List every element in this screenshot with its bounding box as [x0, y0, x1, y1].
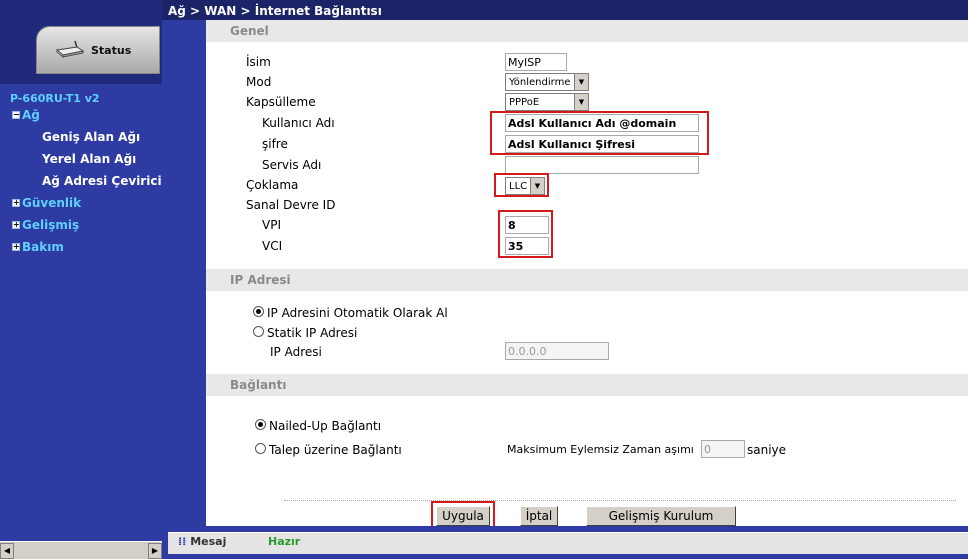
coklama-label: Çoklama [246, 178, 299, 192]
nav-item-yerel-alan[interactable]: Yerel Alan Ağı [42, 152, 136, 166]
talep-label: Talep üzerine Bağlantı [269, 443, 402, 457]
mod-select[interactable]: Yönlendirme ▼ [505, 73, 589, 91]
device-name: P-660RU-T1 v2 [10, 92, 100, 105]
servis-input[interactable] [505, 156, 699, 174]
nav-group-guvenlik[interactable]: + Güvenlik [12, 196, 81, 210]
ip-static-label: Statik IP Adresi [267, 326, 358, 340]
status-tab-label: Status [91, 43, 132, 57]
chevron-down-icon: ▼ [574, 74, 588, 90]
scroll-right-icon[interactable]: ▶ [148, 542, 162, 559]
nav-group-label: Bakım [22, 240, 64, 254]
vci-label: VCI [262, 239, 283, 253]
ip-static-radio[interactable] [253, 326, 264, 337]
kapsulleme-select[interactable]: PPPoE ▼ [505, 93, 589, 111]
nailed-up-label: Nailed-Up Bağlantı [269, 419, 382, 433]
mod-label: Mod [246, 75, 272, 89]
kapsulleme-select-value: PPPoE [509, 96, 540, 108]
sifre-label: şifre [262, 137, 288, 151]
ip-addr-input[interactable] [505, 342, 609, 360]
collapse-icon: − [12, 110, 20, 119]
nailed-up-radio[interactable] [255, 419, 266, 430]
mod-select-value: Yönlendirme [509, 76, 571, 88]
saniye-label: saniye [747, 443, 787, 457]
kullanici-label: Kullanıcı Adı [262, 116, 335, 130]
divider [284, 500, 956, 501]
highlight-credentials [490, 111, 709, 155]
section-baglanti-title: Bağlantı [206, 374, 968, 396]
sanal-devre-label: Sanal Devre ID [246, 198, 336, 212]
vpi-label: VPI [262, 218, 281, 232]
expand-icon: + [12, 220, 20, 229]
status-tab[interactable]: Status [36, 26, 160, 74]
talep-radio[interactable] [255, 443, 266, 454]
mesaj-label: ⁞⁞ Mesaj [178, 535, 226, 548]
nav-group-bakim[interactable]: + Bakım [12, 240, 64, 254]
ip-addr-label: IP Adresi [270, 345, 322, 359]
sidebar: Status P-660RU-T1 v2 − Ağ Geniş Alan Ağı… [0, 0, 169, 559]
iptal-button[interactable]: İptal [520, 506, 558, 526]
mesaj-text: Mesaj [190, 535, 227, 548]
chevron-down-icon: ▼ [574, 94, 588, 110]
status-message: Hazır [268, 535, 301, 548]
expand-icon: + [12, 198, 20, 207]
nav-group-label: Güvenlik [22, 196, 82, 210]
nav-group-gelismis[interactable]: + Gelişmiş [12, 218, 79, 232]
highlight-uygula [431, 501, 495, 528]
highlight-vpi-vci [498, 210, 553, 258]
isim-input[interactable] [505, 53, 567, 71]
nav-item-genis-alan[interactable]: Geniş Alan Ağı [42, 130, 140, 144]
servis-label: Servis Adı [262, 158, 322, 172]
nav-group-ag[interactable]: − Ağ [12, 108, 40, 122]
section-ip-title: IP Adresi [206, 269, 968, 291]
highlight-coklama [494, 173, 549, 197]
scroll-left-icon[interactable]: ◀ [0, 542, 14, 559]
section-genel-title: Genel [206, 20, 968, 42]
router-icon [55, 39, 85, 62]
maks-timeout-label: Maksimum Eylemsiz Zaman aşımı [507, 443, 694, 456]
isim-label: İsim [246, 55, 271, 69]
content-left-bar [162, 20, 206, 526]
nav-group-label: Gelişmiş [22, 218, 80, 232]
nav-group-label: Ağ [22, 108, 40, 122]
ip-auto-radio[interactable] [253, 306, 264, 317]
maks-timeout-input[interactable] [701, 440, 745, 458]
dots-icon: ⁞⁞ [178, 535, 187, 548]
kapsulleme-label: Kapsülleme [246, 95, 316, 109]
nav-item-ag-adresi[interactable]: Ağ Adresi Çeviricis [42, 174, 169, 188]
breadcrumb: Ağ > WAN > İnternet Bağlantısı [162, 0, 968, 20]
sidebar-horizontal-scrollbar[interactable]: ◀ ▶ [0, 541, 162, 559]
expand-icon: + [12, 242, 20, 251]
ip-auto-label: IP Adresini Otomatik Olarak Al [267, 306, 448, 320]
gelismis-kurulum-button[interactable]: Gelişmiş Kurulum [586, 506, 736, 526]
